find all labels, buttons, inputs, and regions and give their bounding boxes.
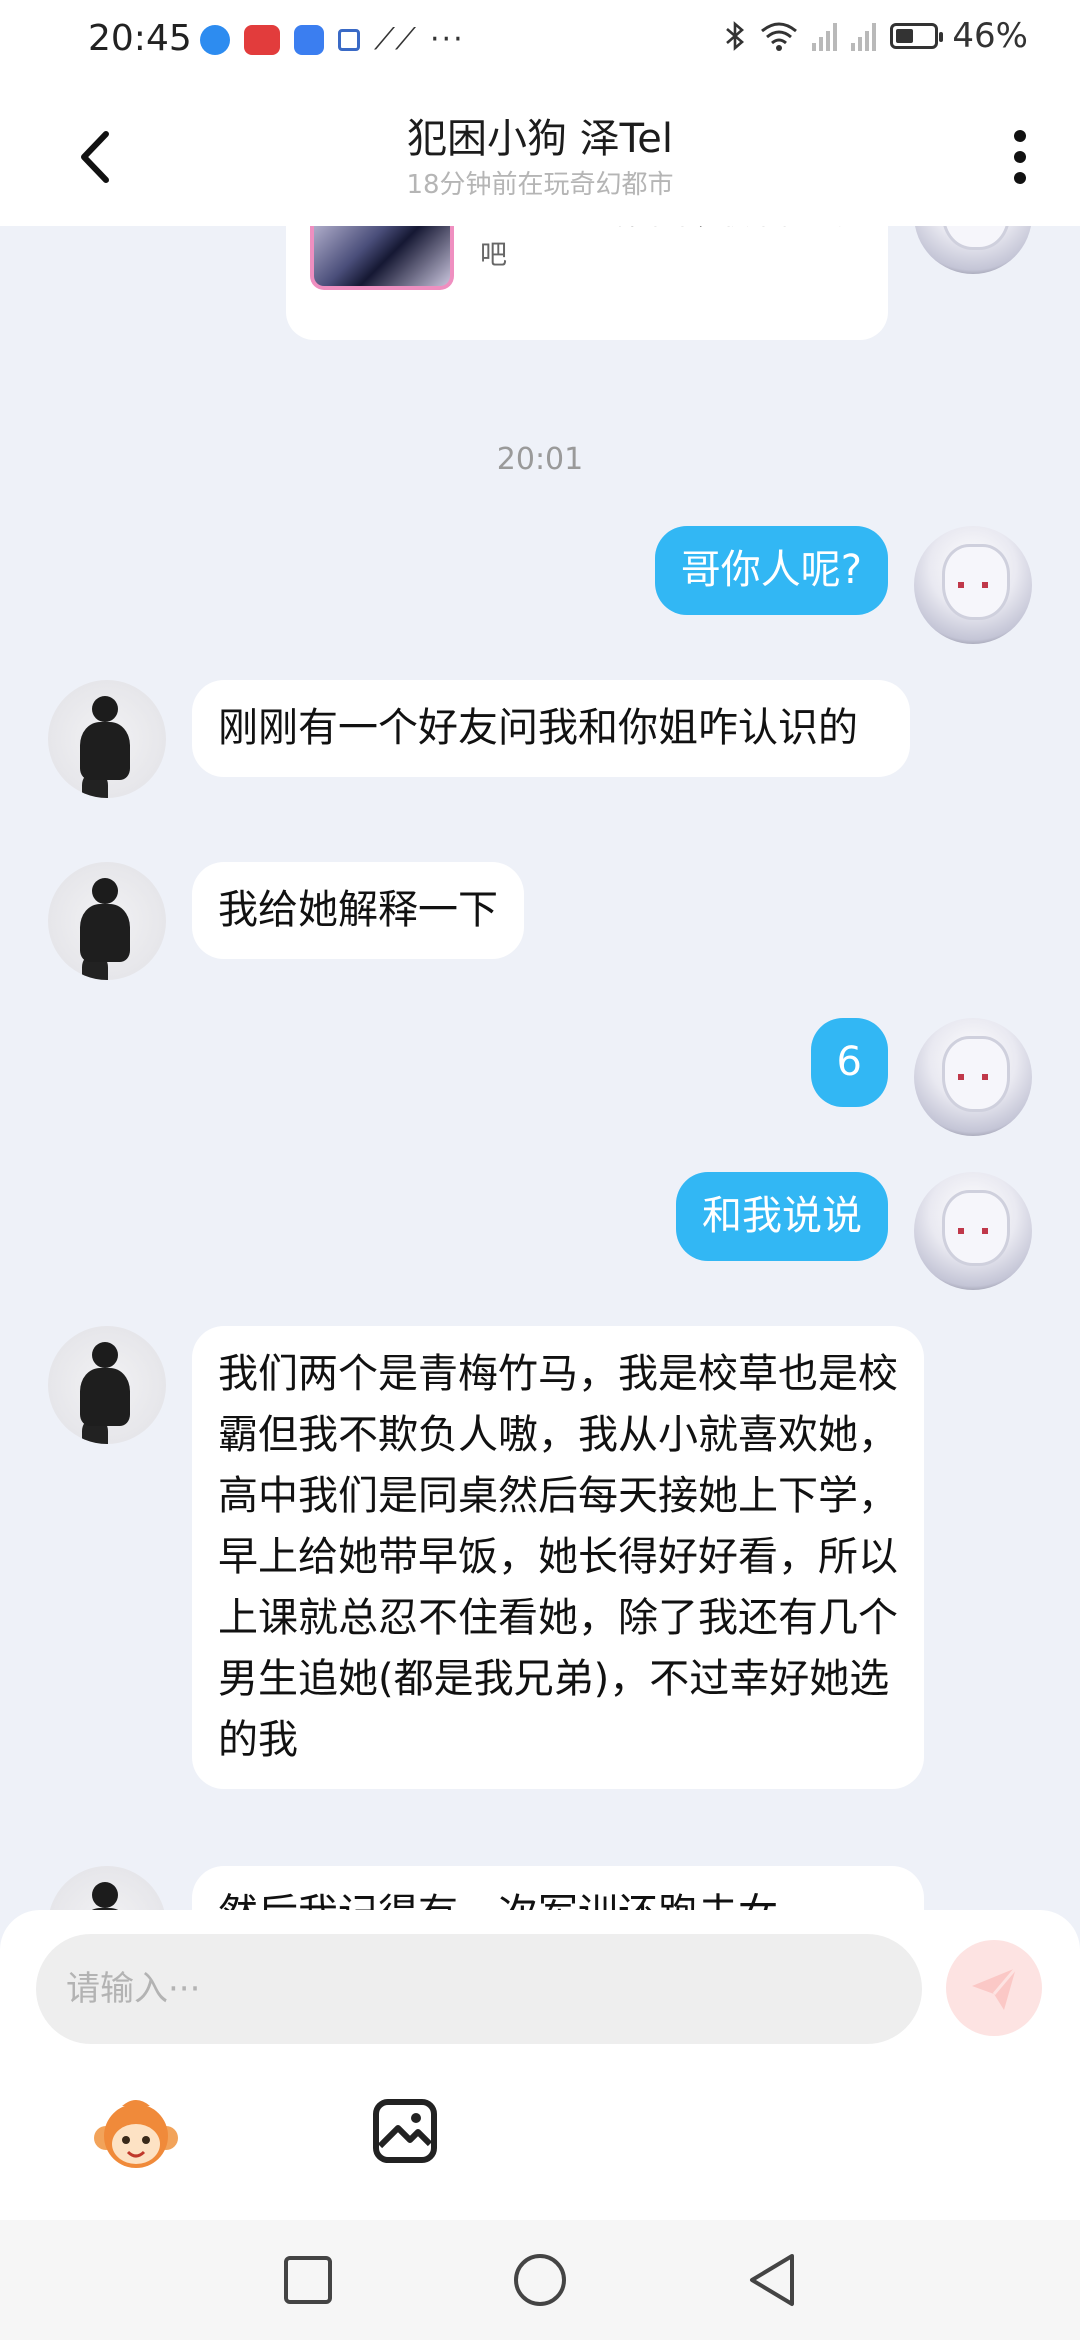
image-picker-button[interactable]	[370, 2096, 440, 2166]
signal-1-icon	[812, 21, 838, 51]
battery-icon	[890, 23, 944, 49]
system-indicators: 46%	[724, 16, 1028, 56]
contact-avatar[interactable]	[48, 680, 166, 798]
message-bubble-other[interactable]: 我们两个是青梅竹马，我是校草也是校霸但我不欺负人嗷，我从小就喜欢她，高中我们是同…	[192, 1326, 924, 1789]
wand-icon: ⟋⟋	[374, 21, 416, 57]
home-button[interactable]	[510, 2250, 570, 2310]
battery-fill	[896, 29, 914, 43]
message-bubble-self[interactable]: 6	[810, 1018, 888, 1107]
game-thumbnail	[310, 226, 454, 290]
wifi-icon	[761, 22, 798, 51]
timestamp-divider: 20:01	[496, 442, 584, 477]
self-avatar[interactable]	[914, 1018, 1032, 1136]
appgallery-icon	[244, 24, 280, 55]
system-navigation-bar	[0, 2220, 1080, 2340]
battery-percent: 46%	[952, 16, 1028, 56]
message-composer	[0, 1910, 1080, 2220]
circle-icon	[514, 2254, 566, 2306]
contact-avatar[interactable]	[48, 1326, 166, 1444]
contact-avatar[interactable]	[48, 862, 166, 980]
browser-icon	[200, 24, 230, 55]
message-input[interactable]	[36, 1934, 922, 2044]
cloud-icon	[294, 24, 324, 55]
self-avatar[interactable]	[914, 226, 1032, 274]
image-icon	[373, 2099, 437, 2163]
status-bar: 20:45 ⟋⟋ ··· 46%	[0, 0, 1080, 86]
bluetooth-icon	[726, 21, 745, 51]
game-invite-card[interactable]: 我正在奇幻都市中，快来和我玩吧	[286, 226, 888, 340]
monkey-sticker-icon	[94, 2100, 178, 2168]
notification-icons: ⟋⟋ ···	[200, 22, 465, 57]
message-bubble-other[interactable]: 我给她解释一下	[192, 862, 524, 959]
self-avatar[interactable]	[914, 1172, 1032, 1290]
message-bubble-self[interactable]: 哥你人呢?	[654, 526, 888, 615]
send-button[interactable]	[946, 1940, 1042, 2036]
kebab-menu-icon	[1014, 130, 1026, 184]
contact-status: 18分钟前在玩奇幻都市	[406, 170, 674, 200]
more-options-button[interactable]	[1000, 122, 1040, 192]
emoji-sticker-button[interactable]	[92, 2090, 180, 2178]
app-notification-icon	[338, 28, 360, 51]
more-notifications-icon: ···	[430, 22, 465, 57]
message-bubble-self[interactable]: 和我说说	[676, 1172, 888, 1261]
signal-2-icon	[851, 21, 877, 51]
contact-name: 犯困小狗 泽Tel	[406, 116, 674, 162]
chat-header: 犯困小狗 泽Tel 18分钟前在玩奇幻都市	[0, 86, 1080, 226]
game-invite-text: 我正在奇幻都市中，快来和我玩吧	[480, 226, 858, 271]
status-time: 20:45	[88, 18, 192, 59]
self-avatar[interactable]	[914, 526, 1032, 644]
recents-button[interactable]	[278, 2250, 338, 2310]
message-bubble-other[interactable]: 然后我记得有一次军训还跑去女	[192, 1866, 924, 1910]
triangle-back-icon	[750, 2254, 794, 2306]
message-list[interactable]: 我正在奇幻都市中，快来和我玩吧 20:01 哥你人呢? 刚刚有一个好友问我和你姐…	[0, 226, 1080, 1910]
chat-screen: 20:45 ⟋⟋ ··· 46% 犯困小狗 泽Tel 18分钟前在玩奇幻都市 吧…	[0, 0, 1080, 2340]
back-nav-button[interactable]	[742, 2250, 802, 2310]
paper-plane-icon	[972, 1967, 1018, 2010]
square-icon	[284, 2256, 332, 2304]
message-bubble-other[interactable]: 刚刚有一个好友问我和你姐咋认识的	[192, 680, 910, 777]
contact-avatar[interactable]	[48, 1866, 166, 1910]
